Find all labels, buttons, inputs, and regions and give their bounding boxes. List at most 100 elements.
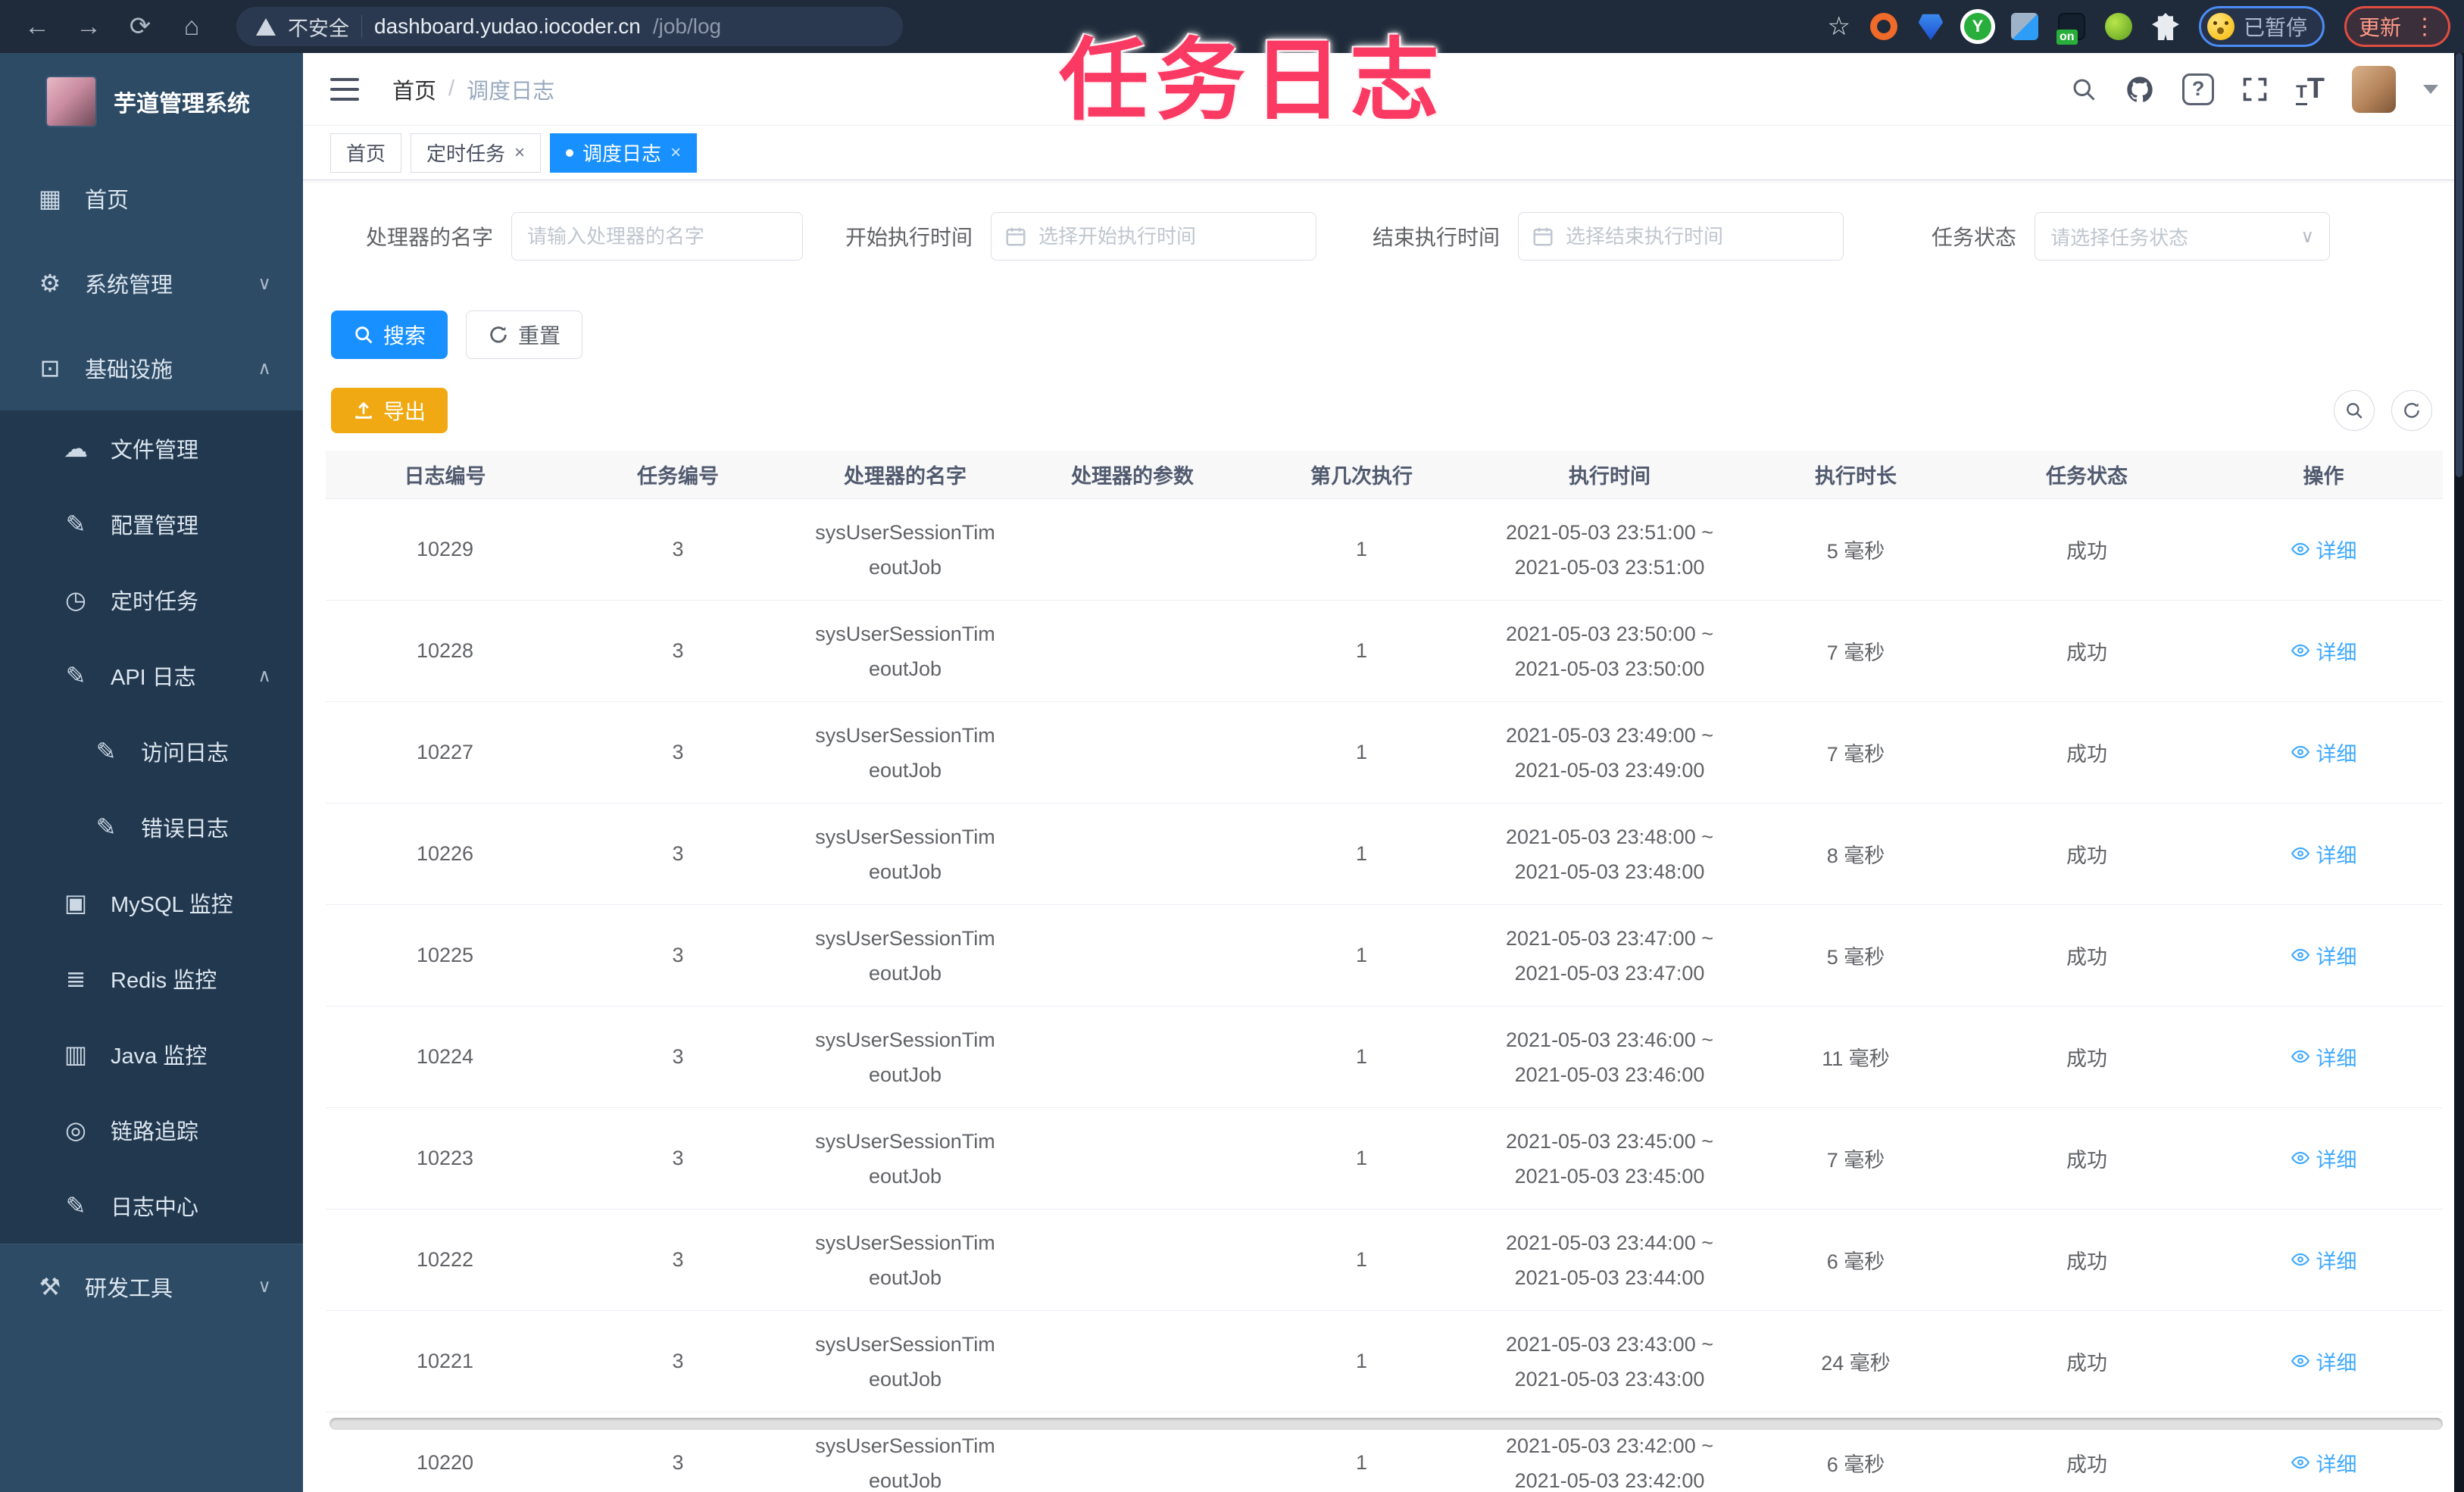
form-actions: 搜索 重置 (331, 311, 583, 359)
menu-item-icon: ≣ (65, 965, 86, 992)
tab-grid-extension-icon[interactable] (2010, 13, 2038, 40)
close-icon[interactable]: × (670, 142, 681, 164)
adblocker-extension-icon[interactable] (1869, 13, 1897, 40)
detail-link[interactable]: 详细 (2291, 636, 2357, 666)
detail-link[interactable]: 详细 (2291, 738, 2357, 767)
tab-home[interactable]: 首页 (330, 133, 402, 173)
detail-link[interactable]: 详细 (2291, 535, 2357, 564)
task-status-select[interactable]: 请选择任务状态 ∨ (2035, 212, 2331, 261)
menu-item-icon: ▣ (64, 889, 88, 916)
sidebar-item-dev-tools[interactable]: ⚒ 研发工具 ∨ (0, 1244, 303, 1328)
sidebar-item-access-log[interactable]: ✎ 访问日志 (0, 713, 303, 789)
sidebar-item-java[interactable]: ▥ Java 监控 (0, 1016, 303, 1092)
sidebar-menu: ▦ 首页 ⚙ 系统管理 ∨ ⊡ 基础设施 ∧ ☁ 文件管理 ✎ 配置管理 ◷ 定… (0, 156, 303, 1328)
chevron-icon: ∧ (258, 357, 271, 379)
menu-item-label: 日志中心 (111, 1196, 199, 1220)
sidebar-item-job[interactable]: ◷ 定时任务 (0, 562, 303, 638)
cell-task-id: 3 (672, 741, 684, 763)
sidebar-item-error-log[interactable]: ✎ 错误日志 (0, 789, 303, 865)
search-icon[interactable] (2070, 76, 2097, 103)
divider (361, 15, 362, 38)
breadcrumb-home[interactable]: 首页 (392, 73, 436, 105)
cell-task-id: 3 (672, 944, 684, 966)
menu-item-label: 研发工具 (85, 1276, 173, 1301)
scrollbar-thumb[interactable] (2456, 53, 2462, 477)
search-button[interactable]: 搜索 (331, 311, 448, 359)
help-icon[interactable]: ? (2182, 73, 2215, 105)
app-logo-image (45, 76, 97, 127)
y-extension-icon[interactable]: Y (1963, 13, 1991, 40)
kebab-menu-icon[interactable]: ⋮ (2413, 14, 2436, 40)
forward-icon[interactable]: → (74, 12, 103, 42)
handler-name-input[interactable] (511, 212, 804, 261)
cell-execute-time: 2021-05-03 23:49:00 ~2021-05-03 23:49:00 (1506, 723, 1713, 782)
detail-link[interactable]: 详细 (2291, 1448, 2357, 1478)
refresh-button[interactable] (2391, 390, 2432, 431)
browser-update-button[interactable]: 更新 ⋮ (2344, 6, 2450, 47)
reset-button[interactable]: 重置 (466, 311, 583, 359)
address-bar[interactable]: 不安全 dashboard.yudao.iocoder.cn/job/log (236, 7, 903, 46)
sidebar-item-system[interactable]: ⚙ 系统管理 ∨ (0, 241, 303, 326)
back-icon[interactable]: ← (23, 12, 52, 42)
detail-link[interactable]: 详细 (2291, 1245, 2357, 1275)
proxy-extension-icon[interactable] (2104, 13, 2132, 40)
detail-link[interactable]: 详细 (2291, 1144, 2357, 1173)
sidebar-item-log-center[interactable]: ✎ 日志中心 (0, 1168, 303, 1244)
github-icon[interactable] (2125, 74, 2155, 105)
reload-icon[interactable]: ⟳ (126, 11, 155, 42)
chevron-down-icon[interactable] (2423, 84, 2438, 94)
cell-handler-name: sysUserSessionTim eoutJob (815, 622, 995, 680)
sidebar-item-mysql[interactable]: ▣ MySQL 监控 (0, 865, 303, 941)
bookmark-star-icon[interactable]: ☆ (1827, 11, 1850, 42)
table-body: 10229 3 sysUserSessionTim eoutJob 1 2021-… (326, 499, 2443, 1492)
menu-item-label: 配置管理 (111, 514, 199, 538)
cell-task-id: 3 (672, 639, 684, 662)
table-row: 10223 3 sysUserSessionTim eoutJob 1 2021-… (326, 1108, 2443, 1210)
table-row: 10221 3 sysUserSessionTim eoutJob 1 2021-… (326, 1311, 2443, 1412)
cell-log-id: 10226 (416, 842, 474, 865)
toggle-search-button[interactable] (2334, 390, 2375, 431)
sidebar-item-config[interactable]: ✎ 配置管理 (0, 486, 303, 562)
tab-scheduled-tasks[interactable]: 定时任务 × (411, 133, 542, 173)
sidebar-item-infra[interactable]: ⊡ 基础设施 ∧ (0, 326, 303, 410)
menu-item-icon: ◷ (65, 586, 86, 613)
tampermonkey-extension-icon[interactable]: on (2056, 13, 2085, 45)
detail-link[interactable]: 详细 (2291, 839, 2357, 869)
cell-execute-time: 2021-05-03 23:42:00 ~2021-05-03 23:42:00 (1506, 1434, 1713, 1492)
sidebar-item-file[interactable]: ☁ 文件管理 (0, 410, 303, 486)
menu-item-icon: ▦ (38, 185, 62, 212)
dark-mode-extension-icon[interactable] (1918, 14, 1944, 40)
detail-link[interactable]: 详细 (2291, 941, 2357, 970)
home-icon[interactable]: ⌂ (177, 12, 206, 42)
cell-task-id: 3 (672, 1350, 684, 1372)
browser-scrollbar[interactable] (2454, 53, 2464, 1492)
calendar-icon (1004, 225, 1027, 248)
detail-link[interactable]: 详细 (2291, 1042, 2357, 1072)
annotation-title: 任务日志 (1059, 31, 1447, 131)
cell-actions: 详细 (2204, 738, 2443, 768)
cell-execute-time: 2021-05-03 23:43:00 ~2021-05-03 23:43:00 (1506, 1332, 1713, 1391)
start-time-input[interactable] (991, 212, 1317, 261)
end-time-input[interactable] (1518, 212, 1844, 261)
cell-duration: 24 毫秒 (1821, 1352, 1891, 1375)
sidebar-item-home[interactable]: ▦ 首页 (0, 156, 303, 241)
extensions-puzzle-icon[interactable] (2151, 13, 2179, 40)
detail-link[interactable]: 详细 (2291, 1347, 2357, 1376)
close-icon[interactable]: × (514, 142, 525, 164)
fullscreen-icon[interactable] (2241, 76, 2269, 103)
column-header: 处理器的名字 (844, 465, 967, 488)
export-button[interactable]: 导出 (331, 388, 448, 433)
sidebar-item-redis[interactable]: ≣ Redis 监控 (0, 941, 303, 1016)
user-avatar[interactable] (2352, 65, 2396, 113)
hamburger-icon[interactable] (330, 77, 359, 101)
cell-status: 成功 (2066, 946, 2107, 969)
horizontal-scrollbar[interactable] (329, 1418, 2443, 1430)
profile-paused-pill[interactable]: 已暂停 (2198, 6, 2325, 47)
tab-schedule-log[interactable]: 调度日志 × (550, 133, 698, 173)
update-label: 更新 (2358, 16, 2401, 39)
sidebar-item-trace[interactable]: ◎ 链路追踪 (0, 1092, 303, 1168)
sidebar-item-api-log[interactable]: ✎ API 日志 ∧ (0, 638, 303, 713)
font-size-icon[interactable]: TT (2296, 73, 2325, 105)
cell-duration: 7 毫秒 (1826, 743, 1885, 766)
menu-item-label: 链路追踪 (111, 1120, 199, 1144)
